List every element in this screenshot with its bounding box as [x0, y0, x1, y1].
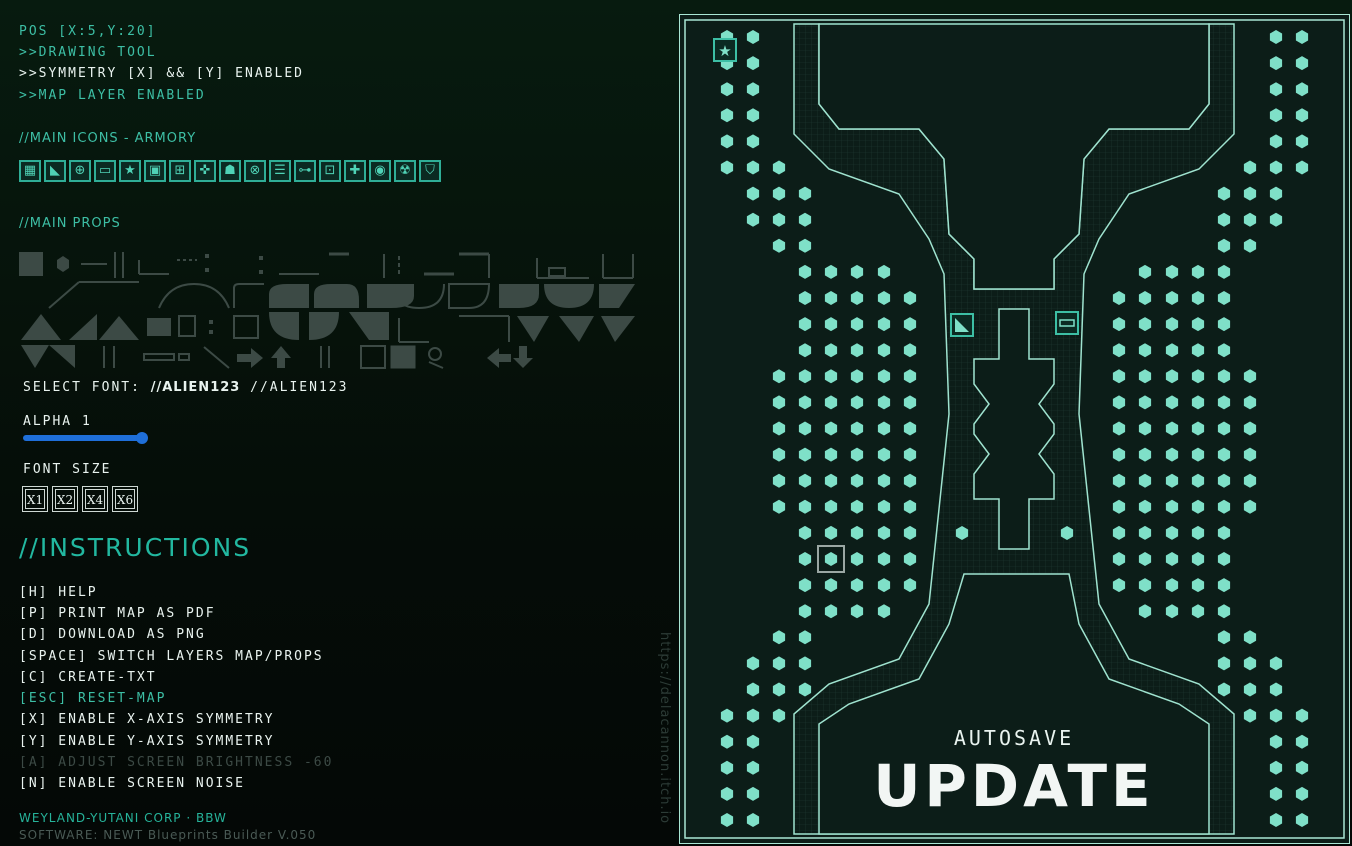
fan-icon[interactable]: ⊗: [244, 160, 266, 182]
font-size-buttons: X1 X2 X4 X6: [22, 486, 138, 512]
font-size-x1-button[interactable]: X1: [22, 486, 48, 512]
map-canvas[interactable]: ★ AUTOSAVE UPDATE: [679, 14, 1350, 844]
hazard-icon[interactable]: ☢: [394, 160, 416, 182]
instruction-help: [H] HELP: [19, 585, 98, 600]
armory-heading: //MAIN ICONS - ARMORY: [19, 131, 197, 146]
grid-panel-icon[interactable]: ▦: [19, 160, 41, 182]
instruction-x-symmetry: [X] ENABLE X-AXIS SYMMETRY: [19, 712, 275, 727]
star-icon[interactable]: ★: [119, 160, 141, 182]
instruction-download: [D] DOWNLOAD AS PNG: [19, 627, 206, 642]
alpha-label: ALPHA 1: [23, 414, 92, 429]
symmetry-status: >>SYMMETRY [X] && [Y] ENABLED: [19, 66, 304, 81]
alpha-slider[interactable]: [23, 432, 148, 444]
instruction-reset-map: [ESC] RESET-MAP: [19, 691, 167, 706]
target-icon[interactable]: ⊕: [69, 160, 91, 182]
eye-icon[interactable]: ◉: [369, 160, 391, 182]
instruction-noise: [N] ENABLE SCREEN NOISE: [19, 776, 246, 791]
network-icon[interactable]: ⊶: [294, 160, 316, 182]
update-label: UPDATE: [873, 752, 1154, 820]
layer-status: >>MAP LAYER ENABLED: [19, 88, 206, 103]
placed-star-icon[interactable]: ★: [713, 38, 737, 62]
svg-text:★: ★: [718, 42, 731, 60]
font-selector: SELECT FONT: //ALIEN123 //ALIEN123: [23, 380, 348, 395]
medical-icon[interactable]: ✚: [344, 160, 366, 182]
alpha-slider-handle[interactable]: [136, 432, 148, 444]
armory-icon-palette: ▦ ◣ ⊕ ▭ ★ ▣ ⊞ ✜ ☗ ⊗ ☰ ⊶ ⊡ ✚ ◉ ☢ ⛉: [19, 160, 441, 182]
font-size-x2-button[interactable]: X2: [52, 486, 78, 512]
font-option-alien-bold[interactable]: //ALIEN123: [151, 380, 241, 395]
instruction-print: [P] PRINT MAP AS PDF: [19, 606, 216, 621]
instruction-y-symmetry: [Y] ENABLE Y-AXIS SYMMETRY: [19, 734, 275, 749]
prop-hex[interactable]: [57, 256, 69, 272]
autosave-label: AUTOSAVE: [954, 726, 1074, 750]
font-size-x6-button[interactable]: X6: [112, 486, 138, 512]
prop-block[interactable]: [19, 252, 43, 276]
tool-status: >>DRAWING TOOL: [19, 45, 157, 60]
company-name: WEYLAND-YUTANI CORP · BBW: [19, 811, 227, 825]
instruction-create-txt: [C] CREATE-TXT: [19, 670, 157, 685]
font-option-alien[interactable]: //ALIEN123: [240, 380, 348, 395]
placed-ramp-icon[interactable]: [950, 313, 974, 337]
instructions-heading: //INSTRUCTIONS: [19, 533, 252, 562]
font-size-label: FONT SIZE: [23, 462, 112, 477]
software-version: SOFTWARE: NEWT Blueprints Builder V.050: [19, 828, 317, 842]
instruction-switch-layers: [SPACE] SWITCH LAYERS MAP/PROPS: [19, 649, 324, 664]
instruction-brightness: [A] ADJUST SCREEN BRIGHTNESS -60: [19, 755, 334, 770]
person-icon[interactable]: ☗: [219, 160, 241, 182]
shelves-icon[interactable]: ☰: [269, 160, 291, 182]
shield-icon[interactable]: ⛉: [419, 160, 441, 182]
position-readout: POS [X:5,Y:20]: [19, 24, 157, 39]
crosshair-icon[interactable]: ✜: [194, 160, 216, 182]
terminal-icon[interactable]: ⊞: [169, 160, 191, 182]
side-url-link[interactable]: https://delacannon.itch.io: [657, 632, 672, 824]
ramp-icon[interactable]: ◣: [44, 160, 66, 182]
props-heading: //MAIN PROPS: [19, 216, 121, 231]
props-palette[interactable]: [19, 250, 639, 370]
screen-icon[interactable]: ▣: [144, 160, 166, 182]
lock-icon[interactable]: ⊡: [319, 160, 341, 182]
font-size-x4-button[interactable]: X4: [82, 486, 108, 512]
bed-icon[interactable]: ▭: [94, 160, 116, 182]
placed-bed-icon[interactable]: [1055, 311, 1079, 335]
font-label: SELECT FONT:: [23, 380, 151, 395]
